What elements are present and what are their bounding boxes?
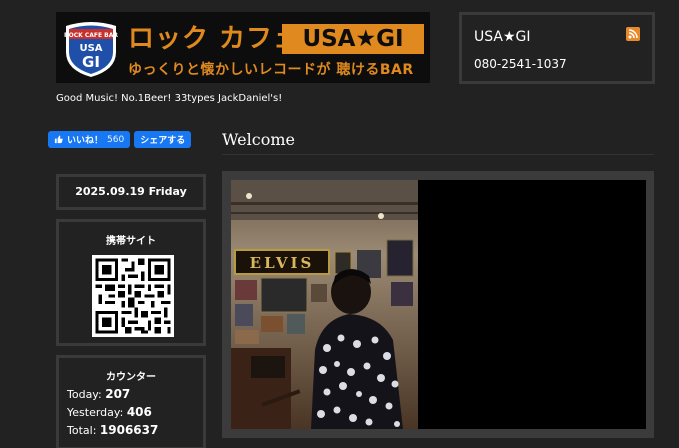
mobile-site-title: 携帯サイト bbox=[106, 236, 156, 247]
like-count: 560 bbox=[107, 134, 125, 145]
counter-today: Today: 207 bbox=[67, 387, 203, 401]
counter-total-label: Total: bbox=[67, 424, 97, 437]
counter-today-label: Today: bbox=[67, 388, 102, 401]
counter-total-value: 1906637 bbox=[99, 423, 159, 437]
counter-widget: カウンター Today: 207 Yesterday: 406 Total: 1… bbox=[56, 355, 206, 448]
rss-icon[interactable] bbox=[626, 27, 640, 41]
counter-today-value: 207 bbox=[105, 387, 131, 401]
photo-sign-text: ELVIS bbox=[250, 254, 315, 272]
title-divider bbox=[222, 154, 654, 155]
shop-name: USA★GI bbox=[474, 29, 531, 45]
thumbs-up-icon bbox=[54, 135, 63, 144]
banner-title: ロック カフェ bbox=[128, 24, 301, 54]
date-widget: 2025.09.19 Friday bbox=[56, 174, 206, 210]
shield-top-text: ROCK CAFE BAR bbox=[64, 32, 118, 39]
site-logo-banner[interactable]: ROCK CAFE BAR USA GI ロック カフェ USA★GI ゆっくり… bbox=[56, 12, 430, 83]
counter-yesterday: Yesterday: 406 bbox=[67, 405, 203, 419]
banner-brand: USA★GI bbox=[282, 24, 424, 54]
shop-phone: 080-2541-1037 bbox=[474, 57, 567, 71]
counter-total: Total: 1906637 bbox=[67, 423, 203, 437]
banner-subtitle: ゆっくりと懐かしいレコードが 聴けるBAR bbox=[128, 62, 414, 78]
qr-code[interactable] bbox=[92, 255, 174, 337]
mobile-site-widget: 携帯サイト bbox=[56, 219, 206, 346]
photo-slideshow: ELVIS bbox=[222, 171, 654, 438]
share-label: シェアする bbox=[140, 136, 186, 146]
shield-gi-text: GI bbox=[82, 53, 100, 71]
counter-yesterday-label: Yesterday: bbox=[67, 406, 124, 419]
page-title: Welcome bbox=[222, 130, 295, 149]
slideshow-frame: ELVIS bbox=[231, 180, 646, 429]
facebook-like-button[interactable]: いいね！ 560 bbox=[48, 131, 131, 148]
counter-yesterday-value: 406 bbox=[126, 405, 152, 419]
route-shield-logo: ROCK CAFE BAR USA GI bbox=[64, 22, 118, 77]
like-label: いいね！ bbox=[67, 136, 104, 146]
current-date: 2025.09.19 Friday bbox=[75, 185, 187, 198]
contact-box: USA★GI 080-2541-1037 bbox=[459, 12, 655, 84]
facebook-buttons: いいね！ 560 シェアする bbox=[48, 131, 192, 148]
site-tagline: Good Music! No.1Beer! 33types JackDaniel… bbox=[56, 93, 283, 104]
facebook-share-button[interactable]: シェアする bbox=[134, 131, 192, 148]
counter-title: カウンター bbox=[106, 372, 156, 383]
elvis-bar-photo[interactable]: ELVIS bbox=[231, 180, 418, 429]
